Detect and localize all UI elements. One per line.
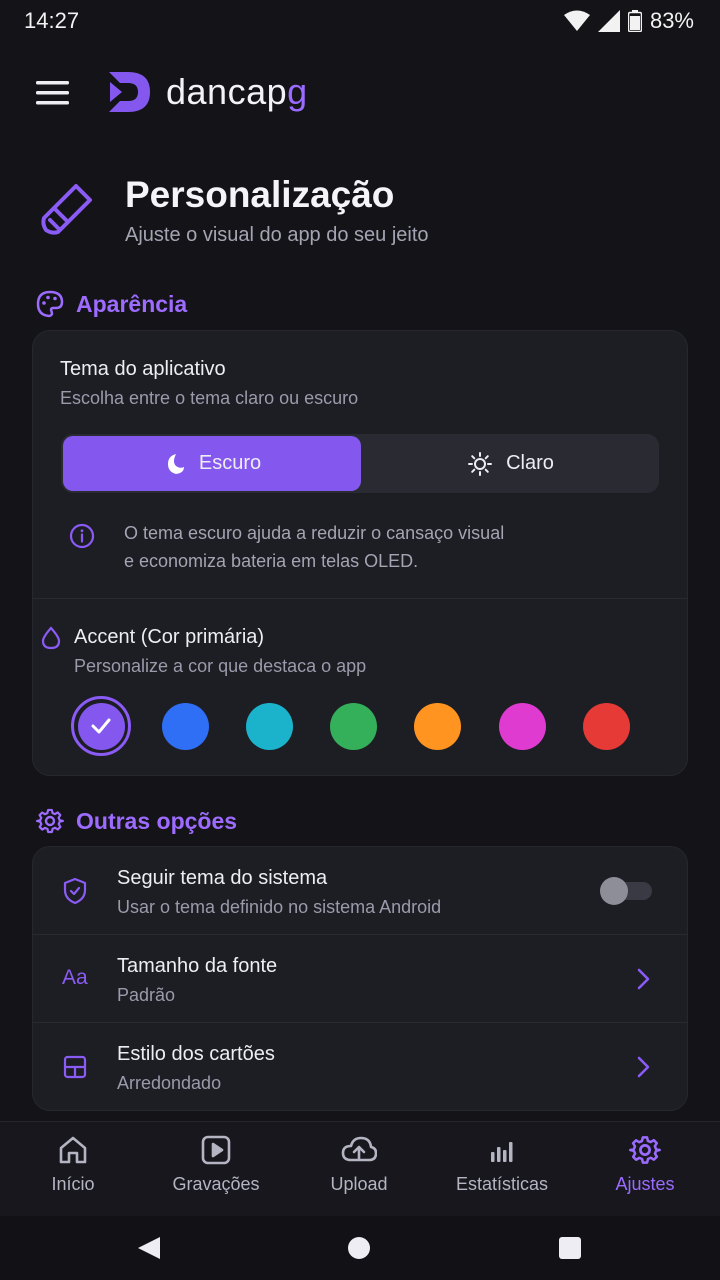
row-subtitle: Padrão — [117, 985, 176, 1005]
section-title: Aparência — [76, 290, 188, 317]
swatch-blue[interactable] — [162, 703, 209, 750]
page-subtitle: Ajuste o visual do app do seu jeito — [125, 224, 429, 246]
theme-light-button[interactable]: Claro — [363, 434, 659, 493]
theme-title: Tema do aplicativo — [60, 358, 226, 380]
row-title: Tamanho da fonte — [117, 955, 278, 977]
status-icons: 83% — [563, 8, 694, 34]
swatch-selected-ring[interactable] — [71, 696, 131, 756]
info-icon — [69, 523, 95, 554]
nav-upload[interactable]: Upload — [294, 1134, 424, 1195]
divider — [33, 598, 687, 599]
play-icon — [201, 1135, 231, 1165]
row-subtitle: Usar o tema definido no sistema Android — [117, 897, 442, 917]
check-icon — [91, 718, 111, 734]
row-title: Seguir tema do sistema — [117, 867, 328, 889]
follow-system-theme-row[interactable] — [32, 847, 688, 934]
accent-title: Accent (Cor primária) — [74, 626, 265, 648]
swatch-orange[interactable] — [414, 703, 461, 750]
drop-icon — [41, 626, 61, 655]
cloud-upload-icon — [341, 1136, 377, 1162]
status-time: 14:27 — [24, 8, 80, 33]
signal-icon — [597, 10, 620, 32]
theme-segmented-control: Escuro Claro — [61, 434, 659, 493]
chevron-right-icon — [636, 967, 652, 996]
system-navigation-bar — [0, 1216, 720, 1280]
swatch-green[interactable] — [330, 703, 377, 750]
row-subtitle: Arredondado — [117, 1073, 222, 1093]
moon-icon — [167, 453, 184, 474]
back-icon[interactable] — [136, 1235, 162, 1261]
gear-icon — [36, 808, 64, 834]
accent-subtitle: Personalize a cor que destaca o app — [74, 656, 367, 676]
light-label: Claro — [506, 452, 554, 474]
battery-level: 83% — [649, 8, 694, 33]
sun-icon — [468, 451, 493, 476]
theme-info-text: O tema escuro ajuda a reduzir o cansaço … — [124, 523, 505, 571]
nav-label: Estatísticas — [455, 1174, 549, 1194]
swatch-red[interactable] — [583, 703, 630, 750]
nav-statistics[interactable]: Estatísticas — [437, 1134, 567, 1195]
chevron-right-icon — [636, 1055, 652, 1084]
brush-icon — [38, 180, 96, 238]
home-circle-icon[interactable] — [347, 1236, 371, 1260]
home-icon — [59, 1136, 87, 1164]
palette-icon — [36, 290, 64, 318]
card-style-row[interactable] — [32, 1023, 688, 1110]
card-layout-icon — [63, 1055, 87, 1084]
battery-icon — [627, 10, 642, 32]
nav-label: Upload — [330, 1174, 388, 1194]
gear-icon — [629, 1136, 661, 1164]
page-title: Personalização — [125, 174, 395, 215]
swatch-cyan[interactable] — [246, 703, 293, 750]
font-size-row[interactable] — [32, 935, 688, 1022]
swatch-purple[interactable] — [77, 702, 125, 750]
dark-label: Escuro — [198, 452, 262, 474]
nav-home[interactable]: Início — [8, 1134, 138, 1195]
brand-logo: dancapg — [106, 70, 308, 114]
theme-subtitle: Escolha entre o tema claro ou escuro — [60, 388, 359, 408]
nav-label: Gravações — [172, 1174, 260, 1194]
swatch-magenta[interactable] — [499, 703, 546, 750]
nav-label: Início — [51, 1174, 95, 1194]
theme-dark-button[interactable]: Escuro — [63, 436, 361, 491]
wifi-icon — [563, 10, 590, 31]
section-other-options: Outras opções — [36, 807, 237, 835]
recents-icon[interactable] — [558, 1236, 582, 1260]
bar-chart-icon — [491, 1142, 513, 1162]
row-title: Estilo dos cartões — [117, 1043, 275, 1065]
follow-system-toggle[interactable] — [600, 877, 652, 905]
toggle-thumb — [600, 877, 628, 905]
menu-icon[interactable] — [36, 80, 70, 106]
nav-label: Ajustes — [615, 1174, 675, 1194]
bottom-navigation: Início Gravações Upload Estatísticas Aju… — [0, 1121, 720, 1216]
status-bar: 14:27 83% — [0, 0, 720, 44]
nav-settings[interactable]: Ajustes — [580, 1134, 710, 1195]
font-size-icon: Aa — [62, 966, 88, 989]
logo-icon — [109, 72, 150, 112]
section-appearance: Aparência — [36, 290, 187, 318]
brand-name: dancapg — [166, 71, 308, 112]
section-title: Outras opções — [76, 807, 238, 834]
nav-recordings[interactable]: Gravações — [151, 1134, 281, 1195]
shield-icon — [63, 877, 87, 910]
